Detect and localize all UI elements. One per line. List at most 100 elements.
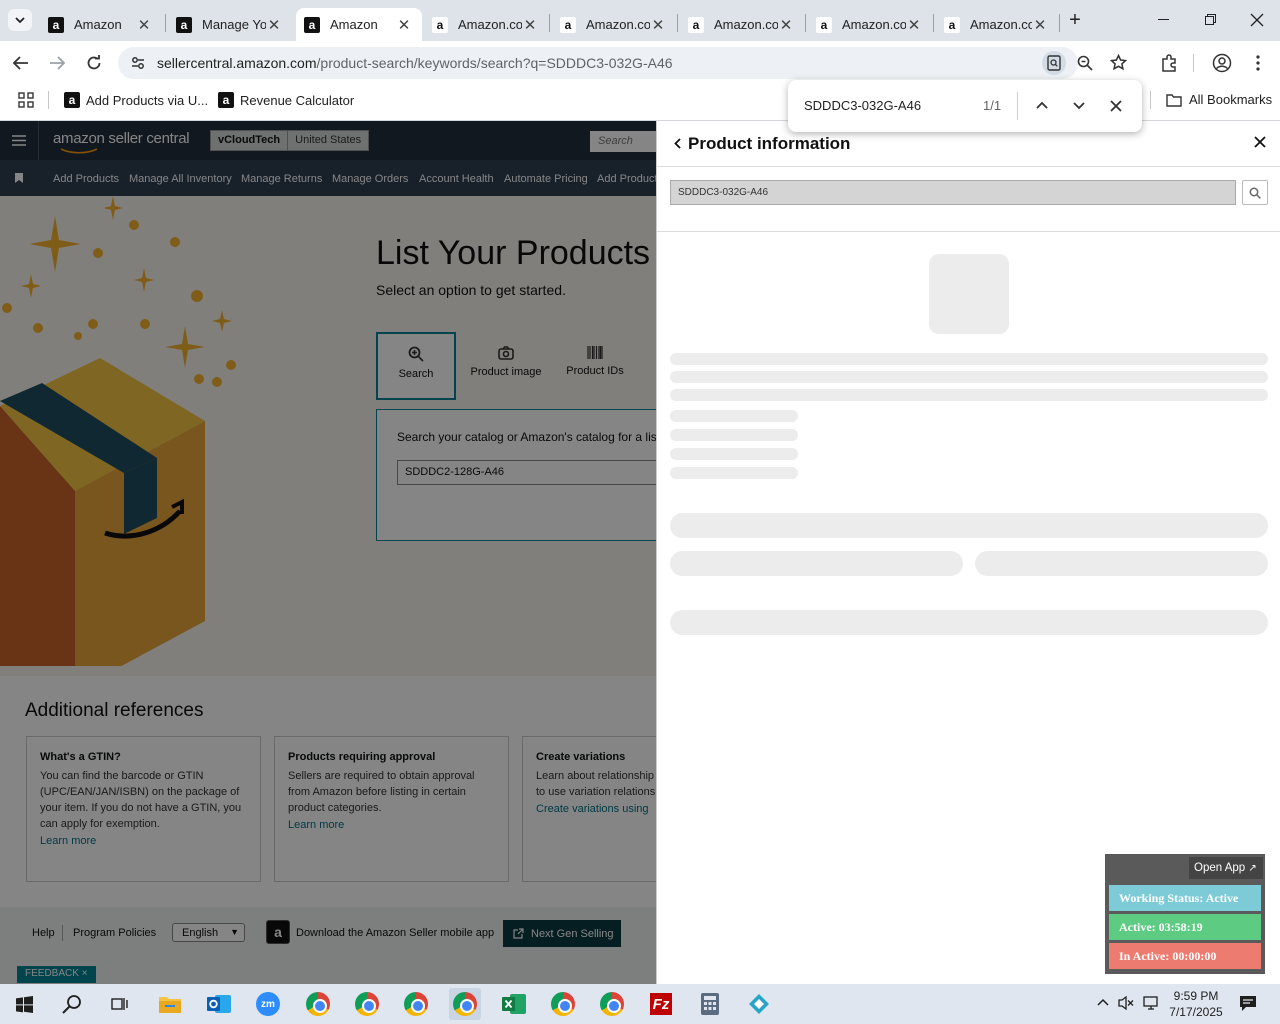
chrome-profile-icon[interactable] — [400, 988, 432, 1020]
bookmark-label: Revenue Calculator — [240, 92, 355, 108]
open-app-button[interactable]: Open App ↗ — [1189, 857, 1263, 879]
back-icon[interactable] — [12, 54, 30, 72]
panel-divider — [657, 166, 1280, 167]
tab-7[interactable]: a Amazon.co ✕ — [808, 8, 932, 41]
back-chevron-icon[interactable] — [674, 138, 681, 149]
windows-start-icon[interactable] — [8, 988, 40, 1020]
apps-grid-icon[interactable] — [18, 92, 34, 108]
loading-bar — [670, 513, 1268, 538]
bookmark-label: Add Products via U... — [86, 92, 209, 108]
search-icon[interactable] — [56, 988, 88, 1020]
zoom-icon[interactable] — [1077, 55, 1093, 71]
amazon-a-icon: a — [218, 92, 234, 108]
find-in-page-icon[interactable] — [1042, 51, 1066, 75]
zoom-app-icon[interactable]: zm — [252, 988, 284, 1020]
amazon-smile-icon: a — [816, 16, 832, 33]
external-link-icon: ↗ — [1248, 863, 1257, 874]
new-tab-icon[interactable]: + — [1064, 10, 1086, 32]
tab-title: Amazon.co — [458, 17, 522, 32]
menu-kebab-icon[interactable] — [1256, 55, 1260, 71]
excel-icon[interactable] — [498, 988, 530, 1020]
loading-line — [670, 448, 798, 460]
outlook-icon[interactable] — [203, 988, 235, 1020]
inactive-time-label: In Active: 00:00:00 — [1109, 943, 1261, 969]
close-panel-icon[interactable] — [1254, 136, 1266, 148]
close-tab-icon[interactable]: ✕ — [266, 16, 282, 34]
clock[interactable]: 9:59 PM 7/17/2025 — [1163, 988, 1229, 1020]
panel-title: Product information — [688, 134, 851, 153]
network-icon[interactable] — [1143, 996, 1160, 1011]
loading-bar — [670, 610, 1268, 635]
clock-date: 7/17/2025 — [1169, 1005, 1223, 1019]
tab-6[interactable]: a Amazon.co ✕ — [680, 8, 804, 41]
tab-8[interactable]: a Amazon.co ✕ — [936, 8, 1058, 41]
find-count: 1/1 — [983, 98, 1002, 113]
address-bar[interactable]: sellercentral.amazon.com/product-search/… — [118, 47, 1127, 79]
tab-search-button[interactable] — [8, 9, 32, 31]
toolbar-divider — [1193, 54, 1194, 72]
tracker-app-icon[interactable] — [743, 988, 775, 1020]
tab-5[interactable]: a Amazon.co ✕ — [552, 8, 676, 41]
close-tab-icon[interactable]: ✕ — [1032, 16, 1048, 34]
chrome-profile-icon[interactable] — [547, 988, 579, 1020]
modal-backdrop[interactable] — [0, 121, 656, 984]
tab-3-active[interactable]: a Amazon ✕ — [296, 8, 422, 41]
chevron-up-icon[interactable] — [1097, 998, 1109, 1006]
close-tab-icon[interactable]: ✕ — [522, 16, 538, 34]
find-next-icon[interactable] — [1073, 102, 1085, 110]
chrome-profile-icon[interactable] — [596, 988, 628, 1020]
bookmark-revenue-calculator[interactable]: a Revenue Calculator — [218, 92, 354, 108]
tab-1[interactable]: a Amazon ✕ — [40, 8, 162, 41]
calculator-icon[interactable] — [694, 988, 726, 1020]
close-tab-icon[interactable]: ✕ — [396, 16, 412, 34]
task-view-icon[interactable] — [104, 988, 136, 1020]
extensions-icon[interactable] — [1160, 54, 1178, 72]
amazon-a-icon: a — [304, 16, 320, 33]
tab-title: Amazon.co — [714, 17, 778, 32]
minimize-icon[interactable] — [1158, 19, 1169, 20]
close-window-icon[interactable] — [1250, 13, 1264, 27]
tab-4[interactable]: a Amazon.co ✕ — [424, 8, 548, 41]
loading-line — [670, 467, 798, 479]
url-text: sellercentral.amazon.com/product-search/… — [157, 55, 673, 71]
restore-icon[interactable] — [1205, 14, 1216, 25]
bookmark-add-products[interactable]: a Add Products via U... — [64, 92, 208, 108]
reload-icon[interactable] — [85, 54, 103, 72]
tab-title: Amazon — [330, 17, 378, 32]
file-explorer-icon[interactable] — [154, 988, 186, 1020]
find-input[interactable]: SDDDC3-032G-A46 — [804, 98, 921, 113]
amazon-a-icon: a — [64, 92, 80, 108]
close-tab-icon[interactable]: ✕ — [778, 16, 794, 34]
amazon-smile-icon: a — [432, 16, 448, 33]
panel-search-button[interactable] — [1242, 180, 1268, 205]
panel-divider — [657, 231, 1280, 232]
site-info-icon[interactable] — [130, 55, 146, 71]
notifications-icon[interactable] — [1239, 995, 1257, 1012]
amazon-smile-icon: a — [560, 16, 576, 33]
tab-title: Amazon.co — [842, 17, 906, 32]
active-time-label: Active: 03:58:19 — [1109, 914, 1261, 940]
taskbar: zm Fz 9:59 PM 7/17/2025 — [0, 984, 1280, 1024]
chrome-active-icon[interactable] — [449, 988, 481, 1020]
loading-line — [670, 371, 1268, 383]
find-previous-icon[interactable] — [1036, 101, 1048, 109]
time-tracker-widget: Open App ↗ Working Status: Active Active… — [1105, 854, 1265, 974]
tab-title: Amazon.co — [970, 17, 1032, 32]
tab-title: Amazon.co — [586, 17, 650, 32]
chrome-profile-icon[interactable] — [302, 988, 334, 1020]
tab-2[interactable]: a Manage Yo ✕ — [168, 8, 292, 41]
url-host: sellercentral.amazon.com — [157, 55, 317, 71]
close-tab-icon[interactable]: ✕ — [136, 16, 152, 34]
forward-icon[interactable] — [48, 54, 66, 72]
find-close-icon[interactable] — [1110, 100, 1122, 112]
close-tab-icon[interactable]: ✕ — [906, 16, 922, 34]
chrome-profile-icon[interactable] — [351, 988, 383, 1020]
close-tab-icon[interactable]: ✕ — [650, 16, 666, 34]
bookmarks-divider — [48, 91, 49, 109]
bookmark-star-icon[interactable] — [1110, 54, 1127, 71]
panel-search-input[interactable]: SDDDC3-032G-A46 — [670, 180, 1236, 205]
all-bookmarks-button[interactable]: All Bookmarks — [1166, 92, 1272, 107]
profile-icon[interactable] — [1212, 53, 1232, 73]
volume-muted-icon[interactable] — [1118, 995, 1134, 1011]
filezilla-icon[interactable]: Fz — [645, 988, 677, 1020]
